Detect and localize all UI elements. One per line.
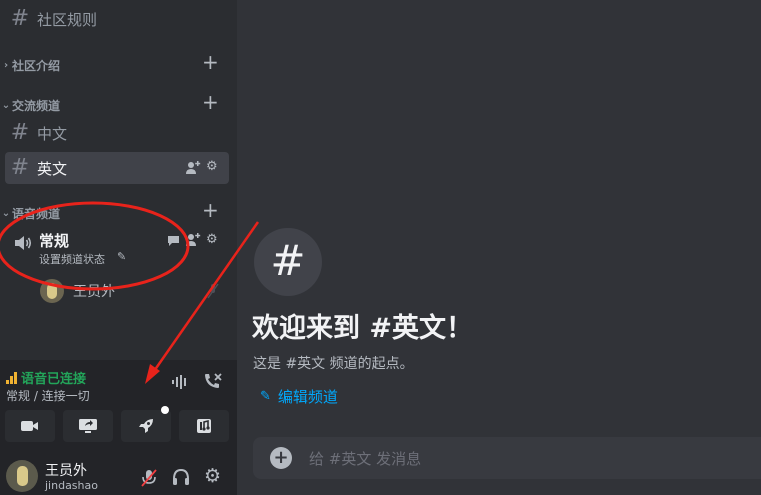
voice-channel-general[interactable]: 常规 设置频道状态 ✎ ⚙	[5, 226, 229, 270]
plus-icon[interactable]: +	[202, 200, 219, 220]
screenshare-button[interactable]	[63, 410, 113, 442]
category-label: 语音频道	[12, 206, 61, 221]
welcome-heading: 欢迎来到 #英文！	[252, 313, 474, 344]
notification-dot	[161, 406, 169, 414]
chevron-down-icon: ⌄	[1, 207, 11, 219]
category-voice[interactable]: ⌄ 语音频道 +	[0, 200, 237, 222]
channel-name: 社区规则	[37, 10, 98, 29]
voice-member[interactable]: 王员外	[40, 279, 115, 303]
voice-channel-status[interactable]: 设置频道状态	[39, 251, 105, 267]
user-panel: 王员外 jindashao ⚙	[0, 448, 237, 495]
category-intro[interactable]: › 社区介绍 +	[0, 52, 237, 74]
user-name: 王员外	[45, 463, 87, 479]
chevron-right-icon: ›	[3, 59, 9, 71]
mute-icon	[207, 283, 219, 299]
signal-icon	[6, 371, 17, 384]
speaker-icon	[15, 236, 32, 250]
mute-icon[interactable]	[140, 468, 158, 488]
plus-icon[interactable]: +	[202, 92, 219, 112]
add-circle-icon[interactable]: +	[270, 447, 292, 469]
gear-icon[interactable]: ⚙	[206, 232, 218, 247]
main-chat: # 欢迎来到 #英文！ 这是 #英文 频道的起点。 ✎ 编辑频道 + 给 #英文…	[237, 0, 761, 495]
composer-placeholder: 给 #英文 发消息	[309, 450, 422, 468]
add-member-icon[interactable]	[186, 161, 201, 175]
voice-location[interactable]: 常规 / 连接一切	[6, 387, 90, 404]
channel-sidebar: # 社区规则 › 社区介绍 + ⌄ 交流频道 + # 中文 # 英文 ⚙ ⌄ 语…	[0, 0, 237, 495]
channel-start-text: 这是 #英文 频道的起点。	[253, 356, 414, 372]
category-label: 交流频道	[12, 98, 61, 113]
camera-button[interactable]	[5, 410, 55, 442]
chevron-down-icon: ⌄	[1, 99, 11, 111]
voice-channel-name: 常规	[39, 232, 70, 250]
channel-chinese[interactable]: # 中文	[5, 117, 229, 149]
channel-rules[interactable]: # 社区规则	[5, 3, 229, 35]
soundwave-icon[interactable]	[171, 374, 189, 390]
soundboard-button[interactable]	[179, 410, 229, 442]
user-avatar[interactable]	[6, 460, 38, 492]
channel-name: 英文	[37, 159, 68, 178]
hash-icon: #	[10, 120, 30, 145]
voice-connection-panel: 语音已连接 常规 / 连接一切	[0, 360, 237, 448]
gear-icon[interactable]: ⚙	[206, 159, 218, 174]
discord-window: # 社区规则 › 社区介绍 + ⌄ 交流频道 + # 中文 # 英文 ⚙ ⌄ 语…	[0, 0, 761, 495]
avatar	[40, 279, 64, 303]
activities-button[interactable]	[121, 406, 171, 442]
category-label: 社区介绍	[12, 58, 61, 73]
hash-icon: #	[10, 6, 30, 31]
chat-icon[interactable]	[167, 235, 180, 247]
user-handle: jindashao	[45, 479, 98, 492]
edit-channel-link[interactable]: ✎ 编辑频道	[260, 386, 338, 407]
edit-channel-label: 编辑频道	[277, 388, 338, 406]
pencil-icon[interactable]: ✎	[117, 250, 126, 263]
voice-connected-label: 语音已连接	[21, 372, 87, 387]
channel-english[interactable]: # 英文 ⚙	[5, 152, 229, 184]
channel-name: 中文	[37, 124, 68, 143]
camera-icon	[21, 421, 38, 431]
screenshare-icon	[79, 419, 97, 433]
plus-icon[interactable]: +	[202, 52, 219, 72]
gear-icon[interactable]: ⚙	[204, 465, 221, 487]
voice-connected-status[interactable]: 语音已连接	[6, 368, 86, 387]
soundboard-icon	[197, 419, 211, 433]
hash-icon: #	[254, 228, 322, 296]
rocket-icon	[139, 419, 153, 433]
add-member-icon[interactable]	[186, 233, 201, 247]
hash-icon: #	[10, 155, 30, 180]
voice-member-name: 王员外	[73, 284, 115, 300]
pencil-icon: ✎	[260, 389, 271, 404]
message-composer[interactable]: + 给 #英文 发消息	[253, 437, 761, 479]
category-text[interactable]: ⌄ 交流频道 +	[0, 92, 237, 114]
hangup-icon[interactable]	[203, 372, 223, 390]
headphones-icon[interactable]	[172, 468, 190, 486]
